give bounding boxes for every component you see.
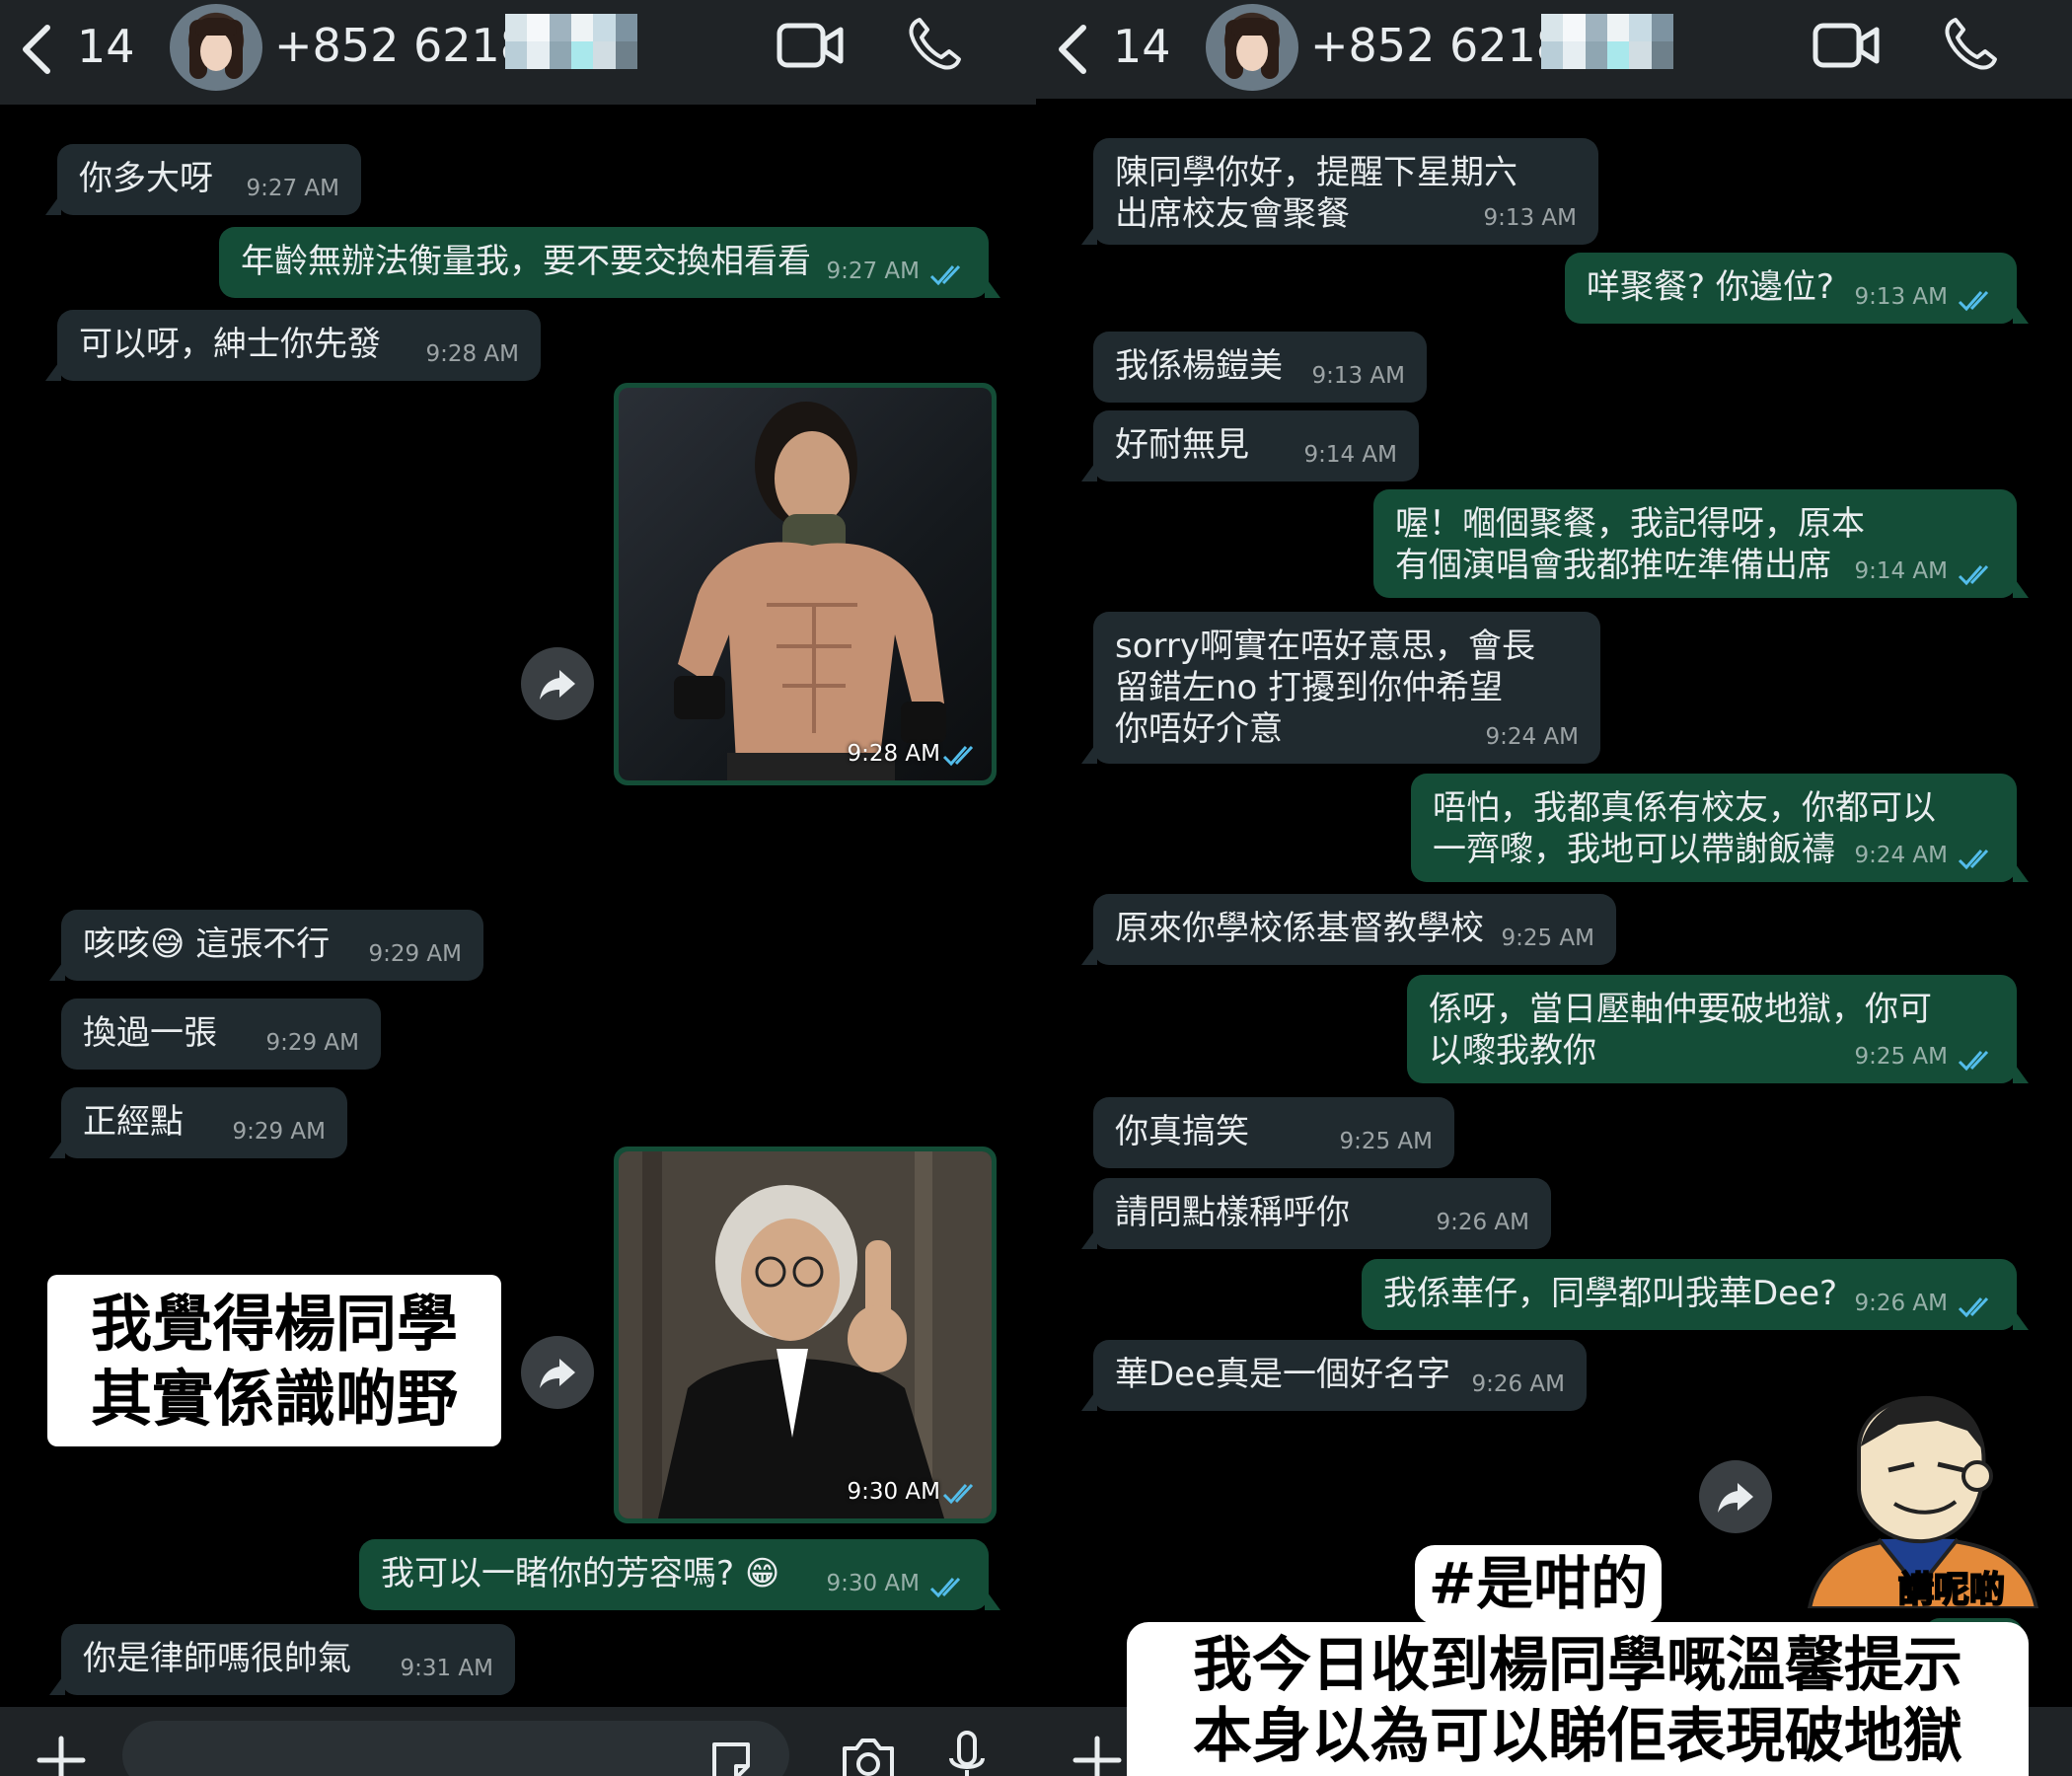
outgoing-message[interactable]: 喔！嗰個聚餐，我記得呀，原本 有個演唱會我都推咗準備出席 9:14 AM: [1373, 489, 2029, 598]
read-receipt-icon: [942, 745, 974, 767]
incoming-message[interactable]: 你是律師嗎很帥氣 9:31 AM: [49, 1624, 515, 1695]
sticker-text: 講呢啲: [1897, 1570, 2006, 1611]
read-receipt-icon: [1958, 1296, 1989, 1318]
plus-icon[interactable]: [36, 1735, 87, 1776]
incoming-message[interactable]: 你多大呀 9:27 AM: [45, 144, 361, 215]
sticker-icon[interactable]: [706, 1737, 756, 1776]
outgoing-message[interactable]: 我可以一睹你的芳容嗎? 😁 9:30 AM: [359, 1539, 1000, 1610]
back-chevron-icon[interactable]: [1054, 22, 1093, 77]
read-receipt-icon: [1958, 1050, 1989, 1072]
unread-count[interactable]: 14: [77, 18, 135, 75]
incoming-message[interactable]: 請問點樣稱呼你 9:26 AM: [1081, 1178, 1551, 1249]
incoming-message[interactable]: 你真搞笑 9:25 AM: [1093, 1097, 1454, 1168]
outgoing-message[interactable]: 唔怕，我都真係有校友，你都可以 一齊嚟，我地可以帶謝飯禱 9:24 AM: [1411, 774, 2029, 882]
message-input[interactable]: [122, 1721, 789, 1776]
read-receipt-icon: [929, 1577, 961, 1598]
contact-phone[interactable]: +852 6218: [1310, 16, 1565, 75]
back-chevron-icon[interactable]: [18, 22, 57, 77]
chat-header: 14 +852 6218: [0, 0, 1036, 105]
outgoing-message[interactable]: 我係華仔，同學都叫我華Dee? 9:26 AM: [1362, 1259, 2029, 1330]
outgoing-message[interactable]: 咩聚餐? 你邊位? 9:13 AM: [1565, 253, 2029, 324]
unread-count[interactable]: 14: [1113, 18, 1171, 75]
outgoing-message[interactable]: 係呀，當日壓軸仲要破地獄，你可 以嚟我教你 9:25 AM: [1407, 975, 2029, 1083]
contact-phone[interactable]: +852 6218: [274, 16, 529, 75]
hashtag-label: #是咁的: [1415, 1545, 1662, 1624]
message-list[interactable]: 陳同學你好，提醒下星期六 出席校友會聚餐 9:13 AM 咩聚餐? 你邊位? 9:1…: [1036, 99, 2072, 1707]
phone-call-icon[interactable]: [906, 16, 963, 73]
video-call-icon[interactable]: [776, 20, 847, 71]
incoming-message[interactable]: sorry啊實在唔好意思，會長 留錯左no 打擾到你仲希望 你唔好介意 9:24 …: [1081, 612, 1600, 764]
read-receipt-icon: [1958, 290, 1989, 312]
incoming-message[interactable]: 原來你學校係基督教學校 9:25 AM: [1081, 894, 1616, 965]
incoming-message[interactable]: 華Dee真是一個好名字 9:26 AM: [1081, 1340, 1587, 1411]
meme-sticker[interactable]: 講呢啲: [1790, 1391, 2056, 1611]
image-message[interactable]: 9:30 AM: [614, 1147, 997, 1523]
incoming-message[interactable]: 我係楊鎧美 9:13 AM: [1093, 332, 1427, 403]
left-chat-screenshot: 14 +852 6218 你多大呀 9:27 AM 年齡無辦法衡量我，要不要交換相…: [0, 0, 1036, 1776]
image-message[interactable]: 9:28 AM: [614, 383, 997, 785]
incoming-message[interactable]: 陳同學你好，提醒下星期六 出席校友會聚餐 9:13 AM: [1081, 138, 1598, 245]
compose-bar: [0, 1707, 1036, 1776]
overlay-caption: 我今日收到楊同學嘅溫馨提示 本身以為可以睇佢表現破地獄: [1127, 1622, 2029, 1776]
redaction-mosaic: [1541, 14, 1673, 69]
read-receipt-icon: [1958, 564, 1989, 586]
forward-arrow-icon: [540, 670, 575, 700]
incoming-message[interactable]: 可以呀，紳士你先發 9:28 AM: [45, 310, 541, 381]
forward-button[interactable]: [1699, 1460, 1772, 1533]
incoming-message[interactable]: 咳咳😅 這張不行 9:29 AM: [49, 910, 483, 981]
incoming-message[interactable]: 換過一張 9:29 AM: [61, 999, 381, 1070]
camera-icon[interactable]: [839, 1735, 898, 1776]
photo-shirtless-man: [674, 402, 946, 780]
forward-arrow-icon: [1718, 1483, 1753, 1513]
forward-arrow-icon: [540, 1359, 575, 1388]
phone-call-icon[interactable]: [1942, 16, 1999, 73]
overlay-caption: 我覺得楊同學 其實係識啲野: [47, 1275, 501, 1446]
plus-icon[interactable]: [1072, 1735, 1123, 1776]
right-chat-screenshot: 14 +852 6218 陳同學你好，提醒下星期六 出席校友會聚餐 9:13 AM…: [1036, 0, 2072, 1776]
forward-button[interactable]: [521, 647, 594, 720]
incoming-message[interactable]: 好耐無見 9:14 AM: [1081, 410, 1419, 481]
microphone-icon[interactable]: [947, 1729, 987, 1776]
forward-button[interactable]: [521, 1336, 594, 1409]
redaction-mosaic: [505, 14, 637, 69]
read-receipt-icon: [942, 1483, 974, 1505]
avatar[interactable]: [170, 4, 262, 91]
incoming-message[interactable]: 正經點 9:29 AM: [49, 1087, 347, 1158]
photo-barrister: [619, 1151, 992, 1518]
chat-header: 14 +852 6218: [1036, 0, 2072, 99]
read-receipt-icon: [1958, 849, 1989, 870]
video-call-icon[interactable]: [1812, 20, 1883, 71]
message-list[interactable]: 你多大呀 9:27 AM 年齡無辦法衡量我，要不要交換相看看 9:27 AM 可以呀…: [0, 105, 1036, 1707]
avatar[interactable]: [1206, 4, 1298, 91]
read-receipt-icon: [929, 264, 961, 286]
outgoing-message[interactable]: 年齡無辦法衡量我，要不要交換相看看 9:27 AM: [219, 227, 1000, 298]
